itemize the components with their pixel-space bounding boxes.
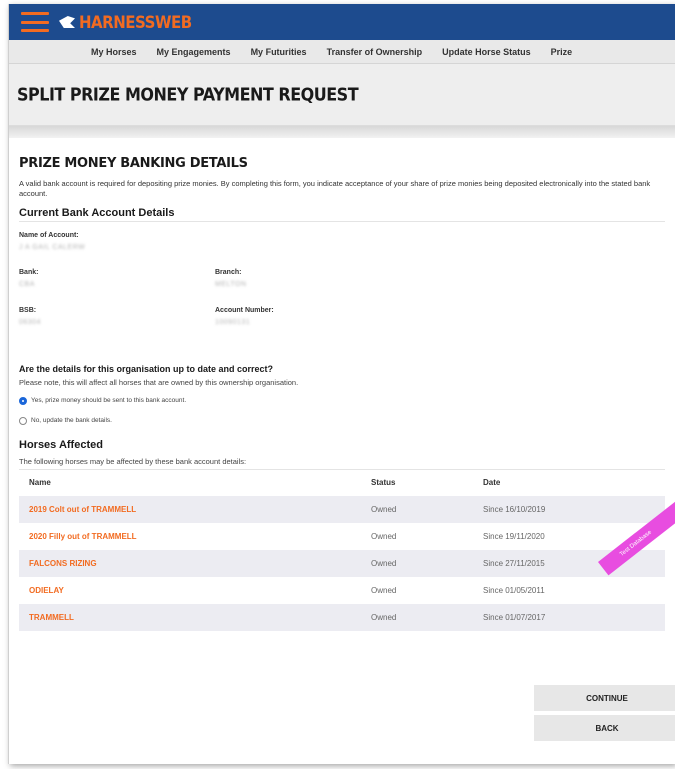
table-row: 2020 Filly out of TRAMMELL Owned Since 1…	[19, 523, 665, 550]
current-bank-heading: Current Bank Account Details	[19, 207, 665, 222]
main-content: PRIZE MONEY BANKING DETAILS A valid bank…	[9, 138, 675, 631]
name-of-account-value: J A GAIL CALERW	[19, 243, 86, 251]
bsb-value: 06304	[19, 318, 41, 326]
name-of-account-label: Name of Account:	[19, 231, 79, 239]
table-row: FALCONS RIZING Owned Since 27/11/2015	[19, 549, 665, 577]
account-number-value: 10090131	[215, 318, 251, 326]
horse-name-link[interactable]: 2020 Filly out of TRAMMELL	[19, 523, 371, 550]
horse-date: Since 27/11/2015	[483, 549, 665, 577]
column-header-date: Date	[483, 478, 501, 487]
radio-no[interactable]	[19, 416, 27, 425]
main-nav: My Horses My Engagements My Futurities T…	[9, 40, 675, 64]
horses-table: Name Status Date 2019 Colt out of TRAMME…	[19, 470, 665, 631]
branch-field: Branch: MELTON	[215, 269, 247, 288]
table-row: ODIELAY Owned Since 01/05/2011	[19, 577, 665, 604]
table-row: 2019 Colt out of TRAMMELL Owned Since 16…	[19, 495, 665, 523]
nav-my-futurities[interactable]: My Futurities	[251, 47, 307, 57]
horse-status: Owned	[371, 531, 397, 541]
horse-status: Owned	[371, 549, 483, 577]
table-header-row: Name Status Date	[19, 470, 665, 496]
banking-intro: A valid bank account is required for dep…	[19, 179, 651, 198]
confirm-question: Are the details for this organisation up…	[19, 363, 274, 374]
bsb-label: BSB:	[19, 306, 37, 314]
horse-name-link[interactable]: ODIELAY	[19, 577, 371, 604]
nav-transfer-of-ownership[interactable]: Transfer of Ownership	[327, 47, 423, 57]
divider	[9, 126, 675, 138]
table-row: TRAMMELL Owned Since 01/07/2017	[19, 603, 665, 631]
app-window: HARNESSWEB My Horses My Engagements My F…	[8, 4, 675, 764]
title-band: SPLIT PRIZE MONEY PAYMENT REQUEST	[9, 64, 675, 126]
nav-my-horses[interactable]: My Horses	[91, 47, 137, 57]
page-title: SPLIT PRIZE MONEY PAYMENT REQUEST	[17, 84, 359, 105]
back-button[interactable]: BACK	[534, 715, 675, 741]
name-of-account-field: Name of Account: J A GAIL CALERW	[19, 232, 85, 251]
branch-label: Branch:	[215, 268, 242, 276]
bank-field: Bank: CBA	[19, 269, 38, 288]
horse-status: Owned	[371, 495, 483, 523]
nav-prize[interactable]: Prize	[551, 47, 573, 57]
horse-logo-icon	[59, 14, 77, 30]
logo[interactable]: HARNESSWEB	[59, 11, 192, 33]
horse-name-link[interactable]: FALCONS RIZING	[19, 549, 371, 577]
nav-update-horse-status[interactable]: Update Horse Status	[442, 47, 531, 57]
logo-text: HARNESSWEB	[79, 11, 192, 33]
confirm-note: Please note, this will affect all horses…	[19, 377, 299, 387]
horse-date: Since 01/05/2011	[483, 585, 545, 595]
horses-note: The following horses may be affected by …	[19, 457, 665, 470]
nav-my-engagements[interactable]: My Engagements	[157, 47, 231, 57]
account-number-field: Account Number: 10090131	[215, 307, 274, 326]
bank-value: CBA	[19, 280, 35, 288]
menu-icon[interactable]	[21, 12, 49, 32]
column-header-status: Status	[371, 478, 396, 487]
horse-status: Owned	[371, 603, 483, 631]
option-no[interactable]: No, update the bank details.	[19, 416, 665, 425]
horse-status: Owned	[371, 585, 397, 595]
horse-date: Since 16/10/2019	[483, 495, 665, 523]
option-yes-label: Yes, prize money should be sent to this …	[31, 397, 187, 404]
top-bar: HARNESSWEB	[9, 4, 675, 40]
horse-name-link[interactable]: TRAMMELL	[19, 603, 371, 631]
bank-details: Name of Account: J A GAIL CALERW Bank: C…	[19, 232, 665, 354]
option-yes[interactable]: Yes, prize money should be sent to this …	[19, 396, 665, 405]
horses-heading: Horses Affected	[19, 438, 103, 451]
horse-date: Since 01/07/2017	[483, 603, 665, 631]
bank-label: Bank:	[19, 268, 39, 276]
horse-name-link[interactable]: 2019 Colt out of TRAMMELL	[19, 495, 371, 523]
banking-section-title: PRIZE MONEY BANKING DETAILS	[19, 156, 248, 171]
bsb-field: BSB: 06304	[19, 307, 41, 326]
column-header-name: Name	[29, 478, 51, 487]
account-number-label: Account Number:	[215, 306, 274, 314]
radio-yes[interactable]	[19, 396, 27, 405]
branch-value: MELTON	[215, 280, 247, 288]
option-no-label: No, update the bank details.	[31, 417, 112, 424]
continue-button[interactable]: CONTINUE	[534, 685, 675, 711]
